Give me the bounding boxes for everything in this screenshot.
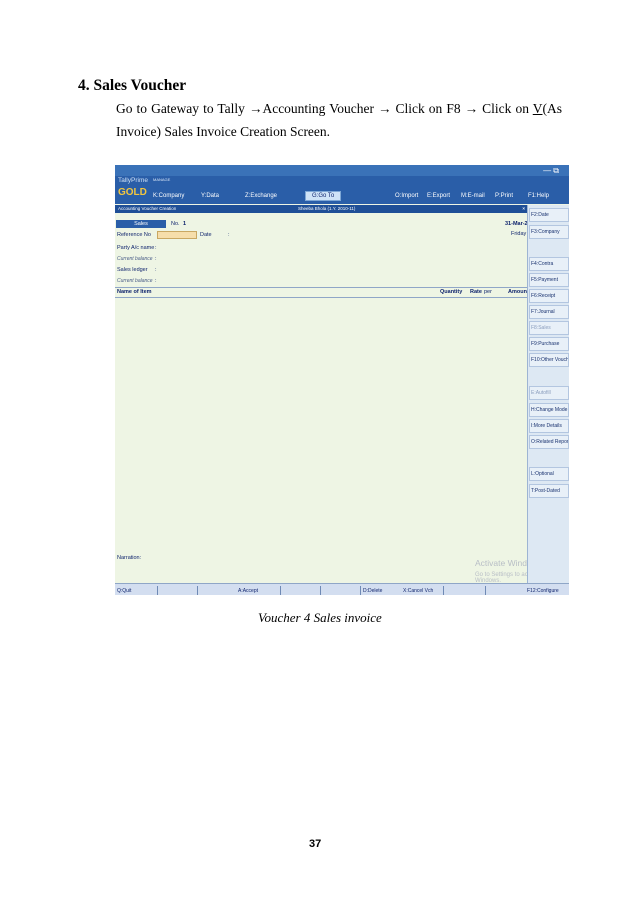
instruction-text: Go to Gateway to Tally →Accounting Vouch…	[116, 101, 533, 116]
reference-label: Reference No	[117, 232, 151, 238]
voucher-title-bar: Accounting Voucher Creation Sheeba Bhola…	[115, 205, 527, 213]
sales-ledger-colon[interactable]: :	[155, 267, 157, 273]
date-colon: :	[228, 232, 230, 238]
sidebar-item-post-dated[interactable]: T:Post-Dated	[529, 484, 569, 498]
data-button[interactable]: Y:Data	[201, 193, 219, 199]
sidebar-item-other-vouchers[interactable]: F10:Other Vouchers	[529, 353, 569, 367]
bottom-divider	[157, 586, 158, 595]
tally-edition: GOLD	[118, 187, 147, 198]
delete-button[interactable]: D:Delete	[363, 588, 382, 594]
bottom-button-bar: Q:Quit A:Accept D:Delete X:Cancel Vch F1…	[115, 583, 569, 595]
sidebar-item-payment[interactable]: F5:Payment	[529, 273, 569, 287]
voucher-number: 1	[183, 221, 187, 227]
shortcut-key: V	[532, 101, 543, 116]
title-strip	[115, 165, 569, 176]
sidebar-item-related-reports[interactable]: O:Related Reports	[529, 435, 569, 449]
email-button[interactable]: M:E-mail	[461, 193, 485, 199]
goto-button[interactable]: G:Go To	[305, 191, 342, 201]
voucher-day: Friday	[511, 231, 527, 237]
export-button[interactable]: E:Export	[427, 193, 450, 199]
sidebar-item-change-mode[interactable]: H:Change Mode	[529, 403, 569, 417]
ledger-balance-colon: :	[155, 278, 157, 284]
figure-caption: Voucher 4 Sales invoice	[258, 610, 382, 625]
narration-label: Narration:	[117, 555, 142, 561]
sidebar-item-sales[interactable]: F8:Sales	[529, 321, 569, 335]
sidebar-item-optional[interactable]: L:Optional	[529, 467, 569, 481]
bottom-divider	[320, 586, 321, 595]
sales-ledger-label: Sales ledger	[117, 267, 148, 273]
company-button[interactable]: K:Company	[153, 193, 184, 199]
bottom-divider	[197, 586, 198, 595]
cancel-voucher-button[interactable]: X:Cancel Vch	[403, 588, 433, 594]
party-balance-colon: :	[155, 256, 157, 262]
column-quantity: Quantity	[440, 289, 463, 295]
section-heading: 4. Sales Voucher	[78, 77, 187, 94]
company-title: Sheeba Bhola (1.Y. 2010-11)	[298, 206, 356, 211]
ledger-balance-label: Current balance	[117, 278, 153, 284]
sidebar-item-company[interactable]: F3:Company	[529, 225, 569, 239]
tally-brand: TallyPrime	[118, 177, 148, 184]
instruction-line-1: Go to Gateway to Tally →Accounting Vouch…	[116, 101, 562, 117]
party-label: Party A/c name	[117, 245, 155, 251]
sidebar-item-purchase[interactable]: F9:Purchase	[529, 337, 569, 351]
party-colon[interactable]: :	[155, 245, 157, 251]
party-balance-label: Current balance	[117, 256, 153, 262]
table-top-rule	[115, 287, 527, 288]
help-button[interactable]: F1:Help	[528, 193, 549, 199]
bottom-divider	[443, 586, 444, 595]
bottom-divider	[280, 586, 281, 595]
sidebar-item-more-details[interactable]: I:More Details	[529, 419, 569, 433]
number-label: No.	[171, 221, 180, 227]
date-label: Date	[200, 232, 212, 238]
table-header-rule	[115, 297, 527, 298]
tally-top-bar: — ⧉ TallyPrime GOLD MANAGE K:Company Y:D…	[115, 165, 569, 204]
sidebar-item-contra[interactable]: F4:Contra	[529, 257, 569, 271]
instruction-tail: (As	[542, 101, 563, 116]
page-number: 37	[309, 838, 322, 850]
reference-input[interactable]	[157, 231, 197, 239]
quit-button[interactable]: Q:Quit	[117, 588, 131, 594]
bottom-divider	[360, 586, 361, 595]
accept-button[interactable]: A:Accept	[238, 588, 258, 594]
close-icon[interactable]: ×	[522, 205, 525, 213]
sidebar-item-receipt[interactable]: F6:Receipt	[529, 289, 569, 303]
configure-button[interactable]: F12:Configure	[527, 588, 559, 594]
column-amount: Amount	[508, 289, 529, 295]
exchange-button[interactable]: Z:Exchange	[245, 193, 277, 199]
import-button[interactable]: O:Import	[395, 193, 418, 199]
sidebar-item-date[interactable]: F2:Date	[529, 208, 569, 222]
screen-title: Accounting Voucher Creation	[118, 206, 177, 211]
column-rate: Rate	[470, 289, 482, 295]
sidebar-item-journal[interactable]: F7:Journal	[529, 305, 569, 319]
window-controls[interactable]: — ⧉	[543, 166, 559, 176]
tally-screenshot: — ⧉ TallyPrime GOLD MANAGE K:Company Y:D…	[115, 165, 569, 595]
instruction-line-2: Invoice) Sales Invoice Creation Screen.	[116, 124, 331, 139]
button-sidebar: F2:Date F3:Company F4:Contra F5:Payment …	[527, 205, 569, 595]
print-button[interactable]: P:Print	[495, 193, 513, 199]
column-name-of-item: Name of Item	[117, 289, 152, 295]
manage-label: MANAGE	[153, 177, 171, 182]
column-per: per	[484, 289, 492, 295]
bottom-divider	[485, 586, 486, 595]
voucher-type-badge: Sales	[116, 220, 166, 228]
sidebar-item-autofill[interactable]: E:Autofill	[529, 386, 569, 400]
